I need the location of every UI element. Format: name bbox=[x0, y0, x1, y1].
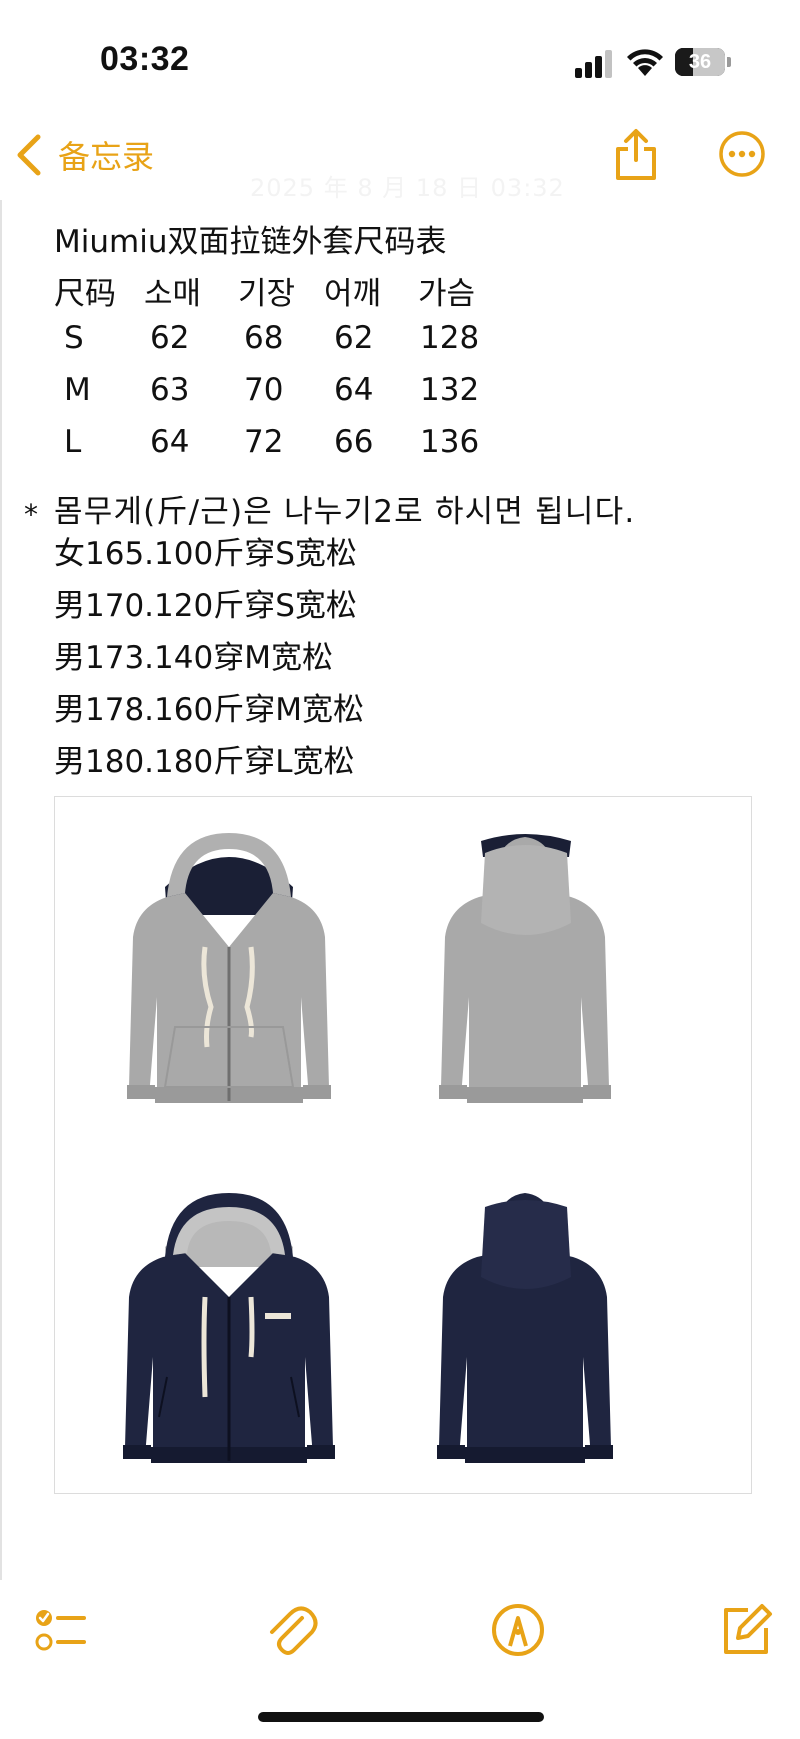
fit-line: 男173.140穿M宽松 bbox=[54, 640, 333, 676]
length-value: 72 bbox=[244, 424, 284, 460]
size-label: M bbox=[64, 372, 91, 408]
header-size: 尺码 bbox=[54, 276, 116, 312]
fit-line: 男170.120斤穿S宽松 bbox=[54, 588, 357, 624]
battery-body: 36 bbox=[675, 48, 725, 76]
sleeve-value: 63 bbox=[150, 372, 190, 408]
battery-cap bbox=[727, 57, 731, 67]
wifi-icon bbox=[627, 49, 663, 76]
length-value: 70 bbox=[244, 372, 284, 408]
grey-hoodie-front bbox=[127, 833, 331, 1103]
back-button[interactable]: 备忘录 bbox=[14, 130, 154, 180]
note-timestamp: 2025 年 8 月 18 日 03:32 bbox=[250, 174, 565, 202]
size-label: S bbox=[64, 320, 84, 356]
note-title: Miumiu双面拉链外套尺码表 bbox=[54, 224, 447, 260]
fit-line: 男180.180斤穿L宽松 bbox=[54, 744, 355, 780]
fit-line: 女165.100斤穿S宽松 bbox=[54, 536, 357, 572]
status-bar: 03:32 36 bbox=[0, 0, 800, 120]
checklist-icon[interactable] bbox=[34, 1602, 90, 1658]
home-indicator[interactable] bbox=[258, 1712, 544, 1722]
chevron-left-icon bbox=[17, 134, 41, 176]
battery-level: 36 bbox=[688, 51, 712, 73]
shoulder-value: 64 bbox=[334, 372, 374, 408]
header-chest: 가슴 bbox=[418, 276, 476, 312]
length-value: 68 bbox=[244, 320, 284, 356]
size-label: L bbox=[64, 424, 82, 460]
share-icon[interactable] bbox=[612, 128, 660, 182]
navy-hoodie-front bbox=[123, 1193, 335, 1463]
header-sleeve: 소매 bbox=[144, 276, 202, 312]
header-shoulder: 어깨 bbox=[324, 276, 382, 312]
paperclip-icon[interactable] bbox=[262, 1602, 318, 1658]
shoulder-value: 66 bbox=[334, 424, 374, 460]
battery-indicator: 36 bbox=[675, 48, 731, 76]
sleeve-value: 64 bbox=[150, 424, 190, 460]
header-length: 기장 bbox=[238, 276, 296, 312]
cellular-signal-icon bbox=[575, 50, 612, 78]
fit-line: 男178.160斤穿M宽松 bbox=[54, 692, 364, 728]
navy-hoodie-back bbox=[437, 1193, 613, 1463]
hoodie-illustration bbox=[123, 833, 613, 1463]
chest-value: 128 bbox=[420, 320, 480, 356]
markup-pen-icon[interactable] bbox=[490, 1602, 546, 1658]
more-options-icon[interactable] bbox=[718, 130, 766, 178]
chest-value: 136 bbox=[420, 424, 480, 460]
grey-hoodie-back bbox=[439, 834, 611, 1103]
shoulder-value: 62 bbox=[334, 320, 374, 356]
status-time: 03:32 bbox=[100, 40, 190, 78]
bullet-marker: * bbox=[24, 498, 38, 531]
sleeve-value: 62 bbox=[150, 320, 190, 356]
back-button-label: 备忘录 bbox=[58, 138, 155, 176]
compose-icon[interactable] bbox=[718, 1602, 774, 1658]
product-image[interactable] bbox=[54, 796, 752, 1494]
chest-value: 132 bbox=[420, 372, 480, 408]
window-edge bbox=[0, 200, 2, 1580]
weight-note: 몸무게(斤/근)은 나누기2로 하시면 됩니다. bbox=[54, 494, 636, 530]
